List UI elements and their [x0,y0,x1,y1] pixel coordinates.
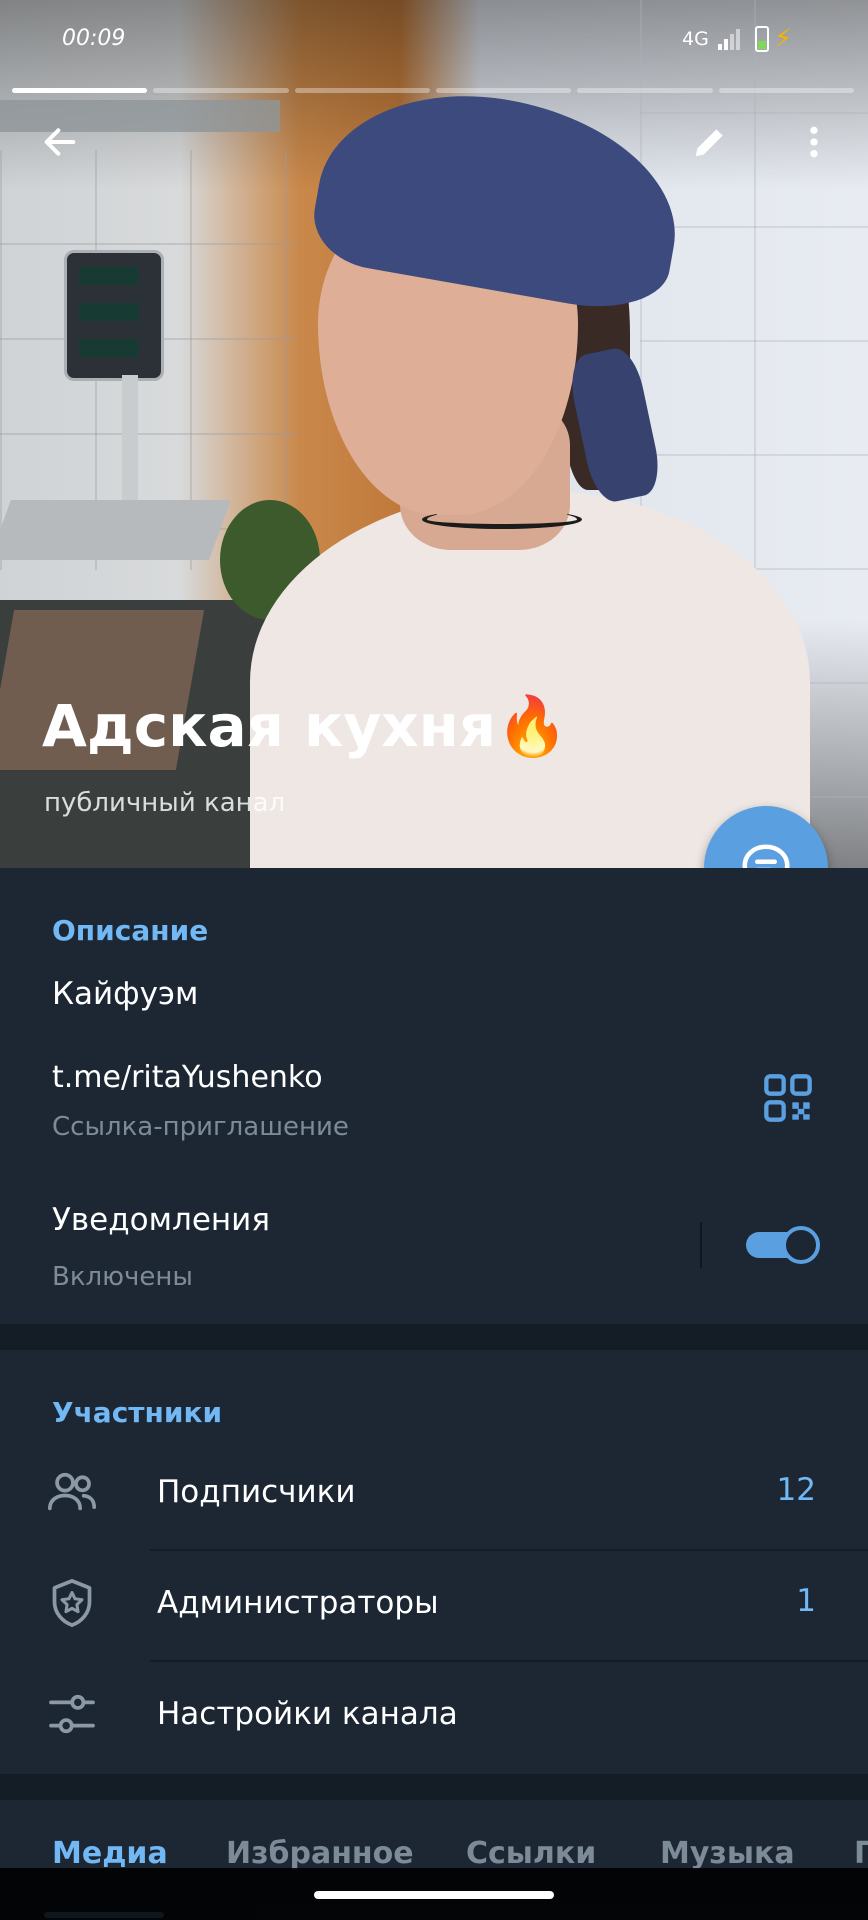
home-indicator[interactable] [314,1891,554,1899]
status-time: 00:09 [62,26,126,51]
tab-more[interactable]: Г [854,1836,868,1871]
story-progress-segment [435,88,572,93]
subscribers-count: 12 [776,1472,816,1508]
more-options-button[interactable] [782,110,846,174]
people-icon [47,1472,97,1511]
notifications-label: Уведомления [52,1202,270,1238]
sliders-icon [49,1694,95,1734]
notifications-divider [700,1222,702,1268]
story-progress-segment [577,88,713,93]
description-text: Кайфуэм [52,976,199,1012]
battery-icon [755,26,769,52]
choker [422,510,582,529]
scale-display [64,250,164,381]
notifications-status: Включены [52,1262,193,1292]
edit-button[interactable] [678,110,742,174]
signal-icon [718,28,744,50]
story-progress-segment [294,88,430,93]
channel-settings-label: Настройки канала [157,1696,458,1732]
charging-bolt-icon: ⚡ [774,24,793,54]
fire-emoji: 🔥 [495,692,569,760]
administrators-count: 1 [796,1583,816,1619]
section-separator [0,1324,868,1350]
story-progress-segment [153,88,289,93]
channel-title: Адская кухня🔥 [42,692,568,761]
tab-media[interactable]: Медиа [52,1836,168,1871]
pencil-icon [695,129,723,157]
members-label: Участники [52,1396,223,1429]
story-progress [12,88,854,93]
administrators-label: Администраторы [157,1585,439,1621]
qr-code-icon [764,1074,812,1122]
invite-link[interactable]: t.me/ritaYushenko [52,1060,323,1095]
status-bar: 00:09 4G ⚡ [0,0,868,80]
tab-links[interactable]: Ссылки [466,1836,596,1871]
qr-code-button[interactable] [762,1072,814,1124]
description-label: Описание [52,914,209,947]
back-arrow-icon [44,128,76,156]
story-progress-segment [12,88,148,93]
notifications-toggle[interactable] [746,1226,820,1264]
channel-name: Адская кухня [42,692,496,760]
story-progress-segment [718,88,854,93]
administrators-row[interactable]: Администраторы 1 [0,1551,868,1661]
scale-base [0,500,231,560]
channel-settings-row[interactable]: Настройки канала [0,1662,868,1772]
back-button[interactable] [28,110,92,174]
invite-link-caption: Ссылка-приглашение [52,1112,349,1142]
tab-music[interactable]: Музыка [660,1836,795,1871]
subscribers-label: Подписчики [157,1474,356,1510]
channel-subtitle: публичный канал [44,788,286,818]
more-vertical-icon [810,126,818,158]
shield-star-icon [52,1578,92,1628]
section-separator [0,1774,868,1800]
network-type: 4G [682,28,709,50]
tab-favorites[interactable]: Избранное [226,1836,414,1871]
subscribers-row[interactable]: Подписчики 12 [0,1440,868,1550]
toggle-knob [782,1226,820,1264]
